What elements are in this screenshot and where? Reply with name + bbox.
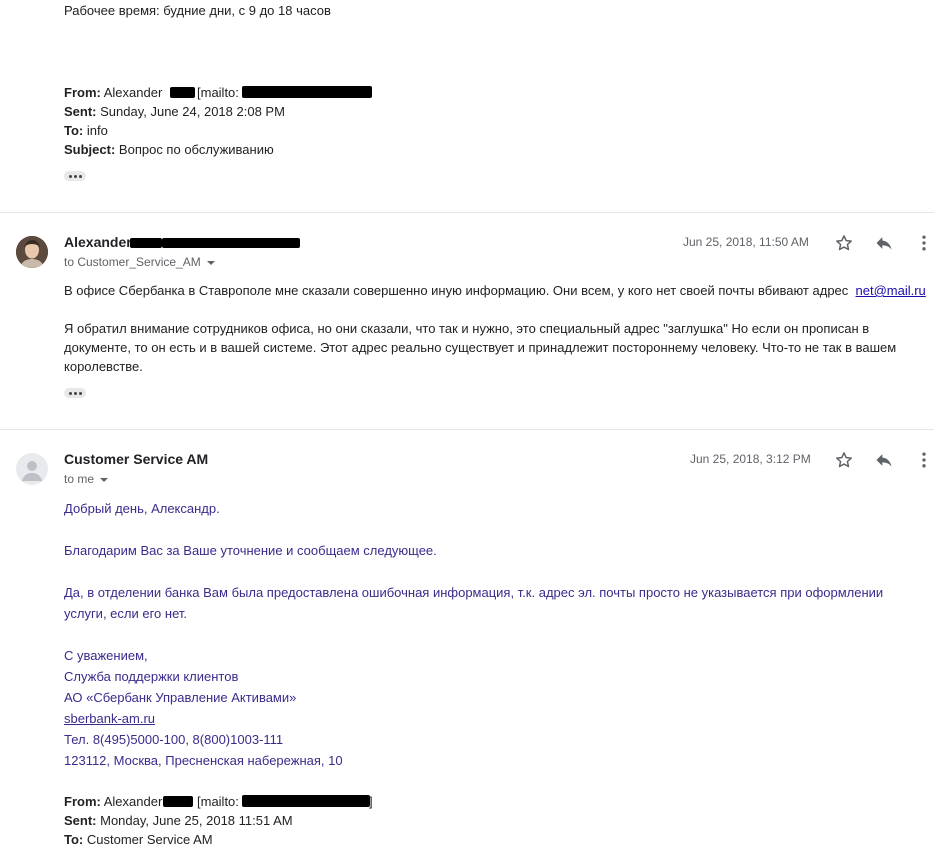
star-button[interactable] — [833, 449, 855, 471]
star-button[interactable] — [833, 232, 855, 254]
message1-recipients[interactable]: to Customer_Service_AM — [64, 255, 215, 269]
signature-address: 123112, Москва, Пресненская набережная, … — [64, 753, 343, 768]
signature-company: АО «Сбербанк Управление Активами» — [64, 690, 297, 705]
signature-department: Служба поддержки клиентов — [64, 669, 239, 684]
email-link[interactable]: net@mail.ru — [856, 283, 926, 298]
quoted2-from-line: From: Alexander — [64, 794, 163, 809]
redaction — [242, 86, 372, 98]
quoted-to-line: To: info — [64, 123, 108, 138]
reply-icon — [876, 454, 892, 467]
chevron-down-icon[interactable] — [100, 477, 109, 482]
quoted2-sent-line: Sent: Monday, June 25, 2018 11:51 AM — [64, 813, 293, 828]
more-options-button[interactable] — [913, 232, 935, 254]
quoted-from-label: From: — [64, 85, 101, 100]
quoted-from-value: Alexander — [103, 85, 163, 100]
reply-button[interactable] — [873, 232, 895, 254]
message2-sender[interactable]: Customer Service AM — [64, 451, 208, 467]
avatar[interactable] — [16, 453, 48, 485]
message1-body-p2: Я обратил внимание сотрудников офиса, но… — [64, 321, 897, 374]
signature-phone: Тел. 8(495)5000-100, 8(800)1003-111 — [64, 732, 284, 747]
more-options-button[interactable] — [913, 449, 935, 471]
more-vert-icon — [922, 235, 926, 251]
redaction — [163, 796, 193, 807]
show-trimmed-button[interactable] — [64, 388, 86, 398]
message-divider — [0, 212, 934, 213]
reply-button[interactable] — [873, 449, 895, 471]
star-icon — [836, 452, 852, 468]
avatar[interactable] — [16, 236, 48, 268]
message-divider — [0, 429, 934, 430]
quoted2-mailto-close: ] — [369, 794, 373, 809]
redaction — [242, 795, 370, 807]
more-vert-icon — [922, 452, 926, 468]
quoted-subject-line: Subject: Вопрос по обслуживанию — [64, 142, 274, 157]
signature-website-link[interactable]: sberbank-am.ru — [64, 708, 155, 729]
message1-sender[interactable]: Alexander — [64, 234, 132, 250]
show-trimmed-button[interactable] — [64, 171, 86, 181]
message2-thanks: Благодарим Вас за Ваше уточнение и сообщ… — [64, 543, 437, 558]
person-icon — [22, 461, 42, 481]
signature-regards: С уважением, — [64, 648, 148, 663]
quoted2-mailto: [mailto: — [197, 794, 239, 809]
redaction — [130, 238, 162, 248]
message1-body-p1: В офисе Сбербанка в Ставрополе мне сказа… — [64, 283, 926, 298]
message1-date: Jun 25, 2018, 11:50 AM — [683, 235, 809, 249]
quoted-mailto: [mailto: — [197, 85, 239, 100]
work-hours-text: Рабочее время: будние дни, с 9 до 18 час… — [64, 3, 331, 18]
message2-recipients[interactable]: to me — [64, 472, 109, 486]
redaction — [170, 87, 195, 98]
star-icon — [836, 235, 852, 251]
person-photo-icon — [16, 236, 48, 268]
quoted-sent-line: Sent: Sunday, June 24, 2018 2:08 PM — [64, 104, 285, 119]
message2-greeting: Добрый день, Александр. — [64, 501, 220, 516]
reply-icon — [876, 237, 892, 250]
redaction — [162, 238, 300, 248]
chevron-down-icon[interactable] — [206, 260, 215, 265]
quoted-from-line: From: Alexander — [64, 83, 162, 102]
message2-date: Jun 25, 2018, 3:12 PM — [690, 452, 811, 466]
message2-answer: Да, в отделении банка Вам была предостав… — [64, 585, 884, 621]
